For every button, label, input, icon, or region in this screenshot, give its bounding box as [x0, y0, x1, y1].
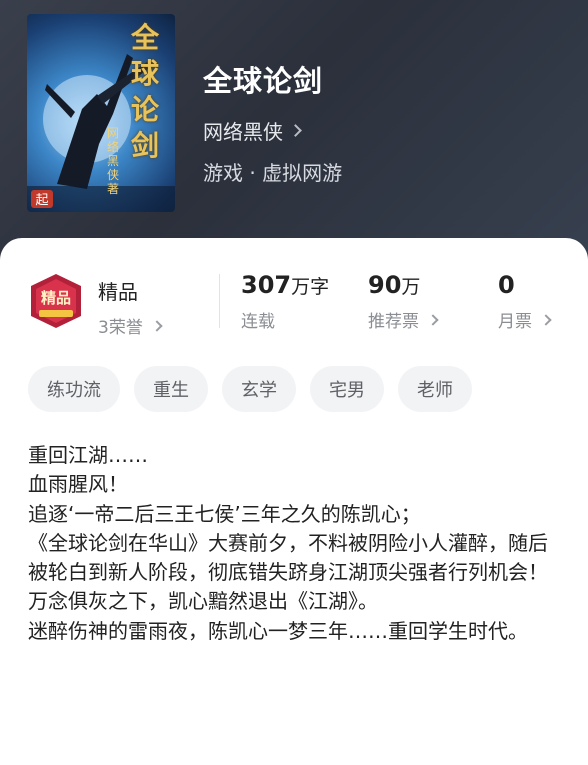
- chevron-right-icon: [427, 313, 439, 326]
- author-name: 网络黑侠: [203, 120, 283, 144]
- stat-unit: 万字: [291, 276, 330, 298]
- stat-recommend-votes[interactable]: 90万 推荐票: [368, 271, 439, 332]
- description-line: 万念俱灰之下，凯心黯然退出《江湖》。: [28, 589, 378, 614]
- quality-badge-icon[interactable]: 精品: [27, 272, 85, 330]
- book-title: 全球论剑: [203, 64, 324, 98]
- stat-label: 月票: [498, 312, 532, 332]
- tag-chip[interactable]: 宅男: [310, 366, 384, 412]
- tag-chip[interactable]: 重生: [134, 366, 208, 412]
- stat-value: 0: [498, 271, 515, 299]
- tag-chip[interactable]: 老师: [398, 366, 472, 412]
- stat-value: 307: [241, 271, 292, 299]
- author-link[interactable]: 网络黑侠: [203, 116, 342, 145]
- cover-author-text: 网络黑侠著: [107, 126, 120, 196]
- cover-title-text: 全球论剑: [131, 21, 160, 162]
- description-line: 《全球论剑在华山》大赛前夕，不料被阴险小人灌醉，随后被轮白到新人阶段，彻底错失跻…: [28, 530, 548, 585]
- chevron-right-icon: [540, 313, 552, 326]
- honor-section[interactable]: 精品 3荣誉: [98, 276, 163, 338]
- book-detail-card: 精品 精品 3荣誉 307万字 连载 90万 推荐票 0 月票 练功流 重生 玄…: [0, 238, 588, 765]
- stat-value: 90: [368, 271, 402, 299]
- chevron-right-icon: [289, 124, 302, 137]
- stat-word-count: 307万字 连载: [241, 271, 329, 332]
- stat-label: 推荐票: [368, 312, 419, 332]
- honor-count: 3荣誉: [98, 318, 143, 338]
- svg-text:起: 起: [35, 193, 48, 208]
- book-genre: 游戏 · 虚拟网游: [203, 161, 343, 185]
- book-cover-image[interactable]: 起 全球论剑 网络黑侠著: [27, 14, 175, 212]
- description-line: 迷醉伤神的雷雨夜，陈凯心一梦三年……重回学生时代。: [28, 618, 528, 643]
- tag-chip[interactable]: 玄学: [222, 366, 296, 412]
- stat-unit: 万: [401, 276, 421, 298]
- honor-title: 精品: [98, 280, 138, 304]
- book-header: 起 全球论剑 网络黑侠著 全球论剑 网络黑侠 游戏 · 虚拟网游: [0, 0, 588, 260]
- tag-list: 练功流 重生 玄学 宅男 老师: [28, 366, 472, 412]
- description-line: 追逐‘一帝二后三王七侯’三年之久的陈凯心；: [28, 501, 421, 526]
- stat-monthly-votes[interactable]: 0 月票: [498, 271, 552, 332]
- description-line: 血雨腥风！: [28, 472, 128, 497]
- stat-label: 连载: [241, 312, 275, 332]
- description-line: 重回江湖……: [28, 443, 148, 467]
- tag-chip[interactable]: 练功流: [28, 366, 120, 412]
- divider: [219, 274, 220, 328]
- book-description[interactable]: 重回江湖…… 血雨腥风！ 追逐‘一帝二后三王七侯’三年之久的陈凯心； 《全球论剑…: [28, 441, 562, 646]
- chevron-right-icon: [151, 319, 163, 332]
- badge-text: 精品: [40, 289, 71, 307]
